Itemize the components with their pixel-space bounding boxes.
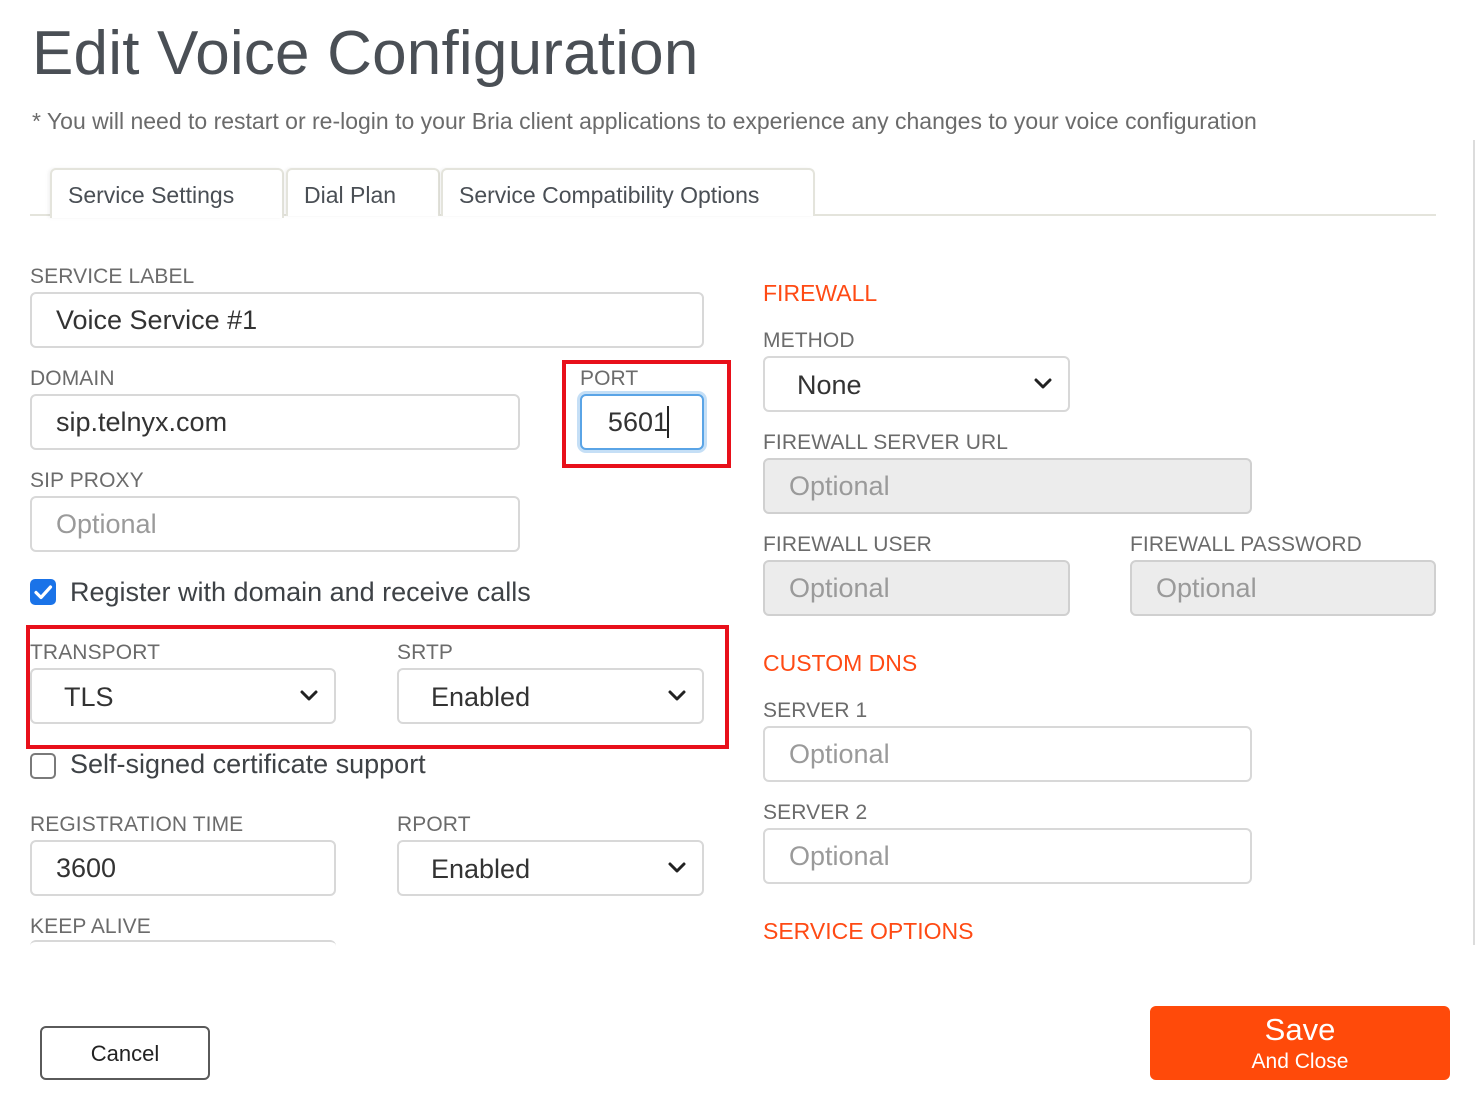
transport-srtp-highlight-box <box>26 625 729 749</box>
port-highlight-box <box>562 360 731 468</box>
register-checkbox[interactable] <box>30 579 56 605</box>
firewall-password-input[interactable] <box>1130 560 1436 616</box>
custom-dns-heading: CUSTOM DNS <box>763 650 918 676</box>
page-title: Edit Voice Configuration <box>32 19 699 88</box>
method-value: None <box>797 370 862 400</box>
firewall-user-label: FIREWALL USER <box>763 533 932 556</box>
self-signed-label: Self-signed certificate support <box>70 749 426 779</box>
service-label-label: SERVICE LABEL <box>30 265 195 288</box>
method-select[interactable]: None <box>763 356 1070 412</box>
registration-time-input[interactable] <box>30 840 336 896</box>
domain-label: DOMAIN <box>30 367 115 390</box>
chevron-down-icon <box>668 862 686 873</box>
checkmark-icon <box>34 585 53 600</box>
keep-alive-input[interactable] <box>30 940 336 946</box>
server2-label: SERVER 2 <box>763 801 868 824</box>
keep-alive-label: KEEP ALIVE <box>30 915 151 938</box>
firewall-heading: FIREWALL <box>763 280 878 306</box>
firewall-password-label: FIREWALL PASSWORD <box>1130 533 1362 556</box>
service-options-heading: SERVICE OPTIONS <box>763 918 974 944</box>
firewall-user-input[interactable] <box>763 560 1070 616</box>
save-button-sublabel: And Close <box>1251 1050 1349 1073</box>
firewall-server-url-input[interactable] <box>763 458 1252 514</box>
save-button-label: Save <box>1264 1012 1336 1047</box>
cancel-button[interactable]: Cancel <box>40 1026 210 1080</box>
tab-service-settings[interactable]: Service Settings <box>50 168 284 218</box>
firewall-server-url-label: FIREWALL SERVER URL <box>763 431 1009 454</box>
self-signed-checkbox[interactable] <box>30 753 56 779</box>
service-label-input[interactable] <box>30 292 704 348</box>
chevron-down-icon <box>1034 378 1052 389</box>
registration-time-label: REGISTRATION TIME <box>30 813 244 836</box>
sip-proxy-label: SIP PROXY <box>30 469 144 492</box>
domain-input[interactable] <box>30 394 520 450</box>
server1-input[interactable] <box>763 726 1252 782</box>
sip-proxy-input[interactable] <box>30 496 520 552</box>
rport-value: Enabled <box>431 854 531 884</box>
rport-select[interactable]: Enabled <box>397 840 704 896</box>
tab-dial-plan[interactable]: Dial Plan <box>286 168 440 216</box>
tab-bar: Service Settings Dial Plan Service Compa… <box>30 168 1436 218</box>
scrollbar-track[interactable] <box>1473 140 1475 945</box>
method-label: METHOD <box>763 329 855 352</box>
register-label: Register with domain and receive calls <box>70 577 531 607</box>
server1-label: SERVER 1 <box>763 699 868 722</box>
tab-service-compatibility-options[interactable]: Service Compatibility Options <box>441 168 815 216</box>
rport-label: RPORT <box>397 813 471 836</box>
server2-input[interactable] <box>763 828 1252 884</box>
save-and-close-button[interactable]: Save And Close <box>1150 1006 1450 1080</box>
restart-note: * You will need to restart or re-login t… <box>32 108 1257 134</box>
